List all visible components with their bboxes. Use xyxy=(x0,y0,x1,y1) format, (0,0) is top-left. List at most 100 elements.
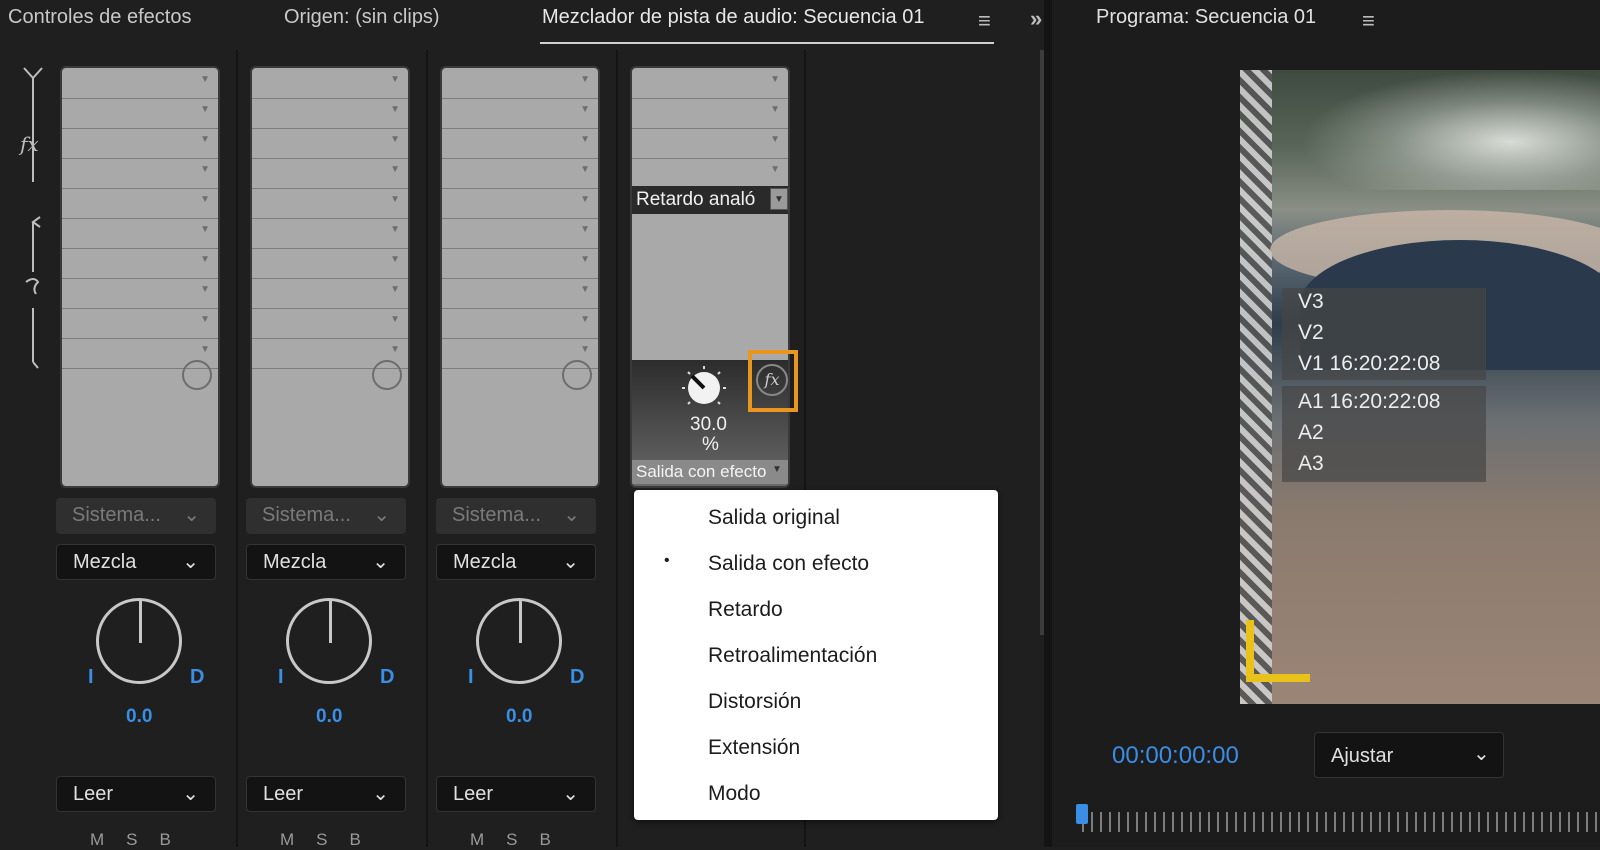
effect-slot[interactable]: ▼ xyxy=(442,128,598,159)
effect-slot[interactable]: ▼ xyxy=(252,158,408,189)
mix-label: Mezcla xyxy=(73,551,137,573)
pan-knob[interactable] xyxy=(476,598,562,684)
mix-label: Mezcla xyxy=(453,551,517,573)
effect-slot[interactable]: ▼ xyxy=(442,98,598,129)
pan-knob[interactable] xyxy=(96,598,182,684)
mix-dropdown[interactable]: Mezcla ⌄ xyxy=(56,544,216,580)
effect-parameter-label: Salida con efecto xyxy=(636,462,767,481)
slot-dropdown-icon: ▼ xyxy=(390,314,400,325)
send-slot[interactable]: ▼ xyxy=(442,278,598,309)
send-slot[interactable]: ▼ xyxy=(252,308,408,339)
effect-slot[interactable]: ▼ xyxy=(252,68,408,99)
automation-mode-dropdown[interactable]: Leer ⌄ xyxy=(436,776,596,812)
send-slot[interactable]: ▼ xyxy=(442,308,598,339)
zoom-fit-dropdown[interactable]: Ajustar ⌄ xyxy=(1314,732,1504,778)
rail-bracket-icon xyxy=(23,67,43,369)
overflow-tabs-icon[interactable]: » xyxy=(1030,6,1042,32)
effect-slot[interactable]: ▼ xyxy=(62,188,218,219)
effect-slot[interactable]: ▼ xyxy=(442,188,598,219)
mix-dropdown[interactable]: Mezcla ⌄ xyxy=(436,544,596,580)
effect-slot[interactable]: ▼ xyxy=(252,98,408,129)
safe-margin-stripes xyxy=(1240,70,1272,704)
pan-knob-needle xyxy=(519,601,522,643)
send-slot[interactable]: ▼ xyxy=(252,218,408,249)
effect-slot[interactable]: ▼ xyxy=(252,188,408,219)
playhead-timecode[interactable]: 00:00:00:00 xyxy=(1112,742,1239,770)
effect-parameter-select[interactable]: Salida con efecto ▼ xyxy=(632,460,788,484)
menu-item-extension[interactable]: Extensión xyxy=(708,736,800,760)
program-monitor-panel: Programa: Secuencia 01 ≡ V3 V2 V1 16:20:… xyxy=(1052,0,1600,847)
automation-mode-dropdown[interactable]: Leer ⌄ xyxy=(246,776,406,812)
playhead-marker[interactable] xyxy=(1076,804,1088,824)
fx-bypass-button[interactable]: fx xyxy=(756,364,788,396)
effects-rack[interactable]: ▼ ▼ ▼ ▼ ▼ ▼ ▼ ▼ ▼ ▼ xyxy=(250,66,410,488)
effect-slot[interactable]: ▼ xyxy=(62,128,218,159)
send-slot[interactable]: ▼ xyxy=(252,248,408,279)
send-slot[interactable]: ▼ xyxy=(62,248,218,279)
mute-solo-record-buttons[interactable]: MSB xyxy=(90,830,193,850)
menu-item-salida-con-efecto[interactable]: Salida con efecto xyxy=(708,552,869,576)
effect-slot[interactable]: ▼ xyxy=(632,68,788,99)
pan-knob-needle xyxy=(329,601,332,643)
tab-source[interactable]: Origen: (sin clips) xyxy=(284,6,440,29)
selected-effect-slot[interactable]: Retardo analó ▼ xyxy=(632,186,788,214)
send-level-knob[interactable] xyxy=(562,360,592,390)
menu-item-retardo[interactable]: Retardo xyxy=(708,598,783,622)
mute-solo-record-buttons[interactable]: MSB xyxy=(470,830,573,850)
menu-item-distorsion[interactable]: Distorsión xyxy=(708,690,801,714)
effects-rack[interactable]: ▼ ▼ ▼ ▼ ▼ ▼ ▼ ▼ ▼ ▼ xyxy=(60,66,220,488)
time-ruler[interactable] xyxy=(1082,812,1600,832)
pan-right-label: D xyxy=(380,666,395,688)
send-slot[interactable]: ▼ xyxy=(442,248,598,279)
pan-value[interactable]: 0.0 xyxy=(126,706,152,728)
slot-dropdown-icon: ▼ xyxy=(580,164,590,175)
send-level-knob[interactable] xyxy=(372,360,402,390)
effect-slot[interactable]: ▼ xyxy=(62,68,218,99)
tab-program[interactable]: Programa: Secuencia 01 xyxy=(1096,6,1316,29)
pan-value[interactable]: 0.0 xyxy=(506,706,532,728)
effect-slot[interactable]: ▼ xyxy=(442,158,598,189)
track-output-dropdown[interactable]: Sistema... ⌄ xyxy=(246,498,406,534)
timecode-overlay-video: V3 V2 V1 16:20:22:08 xyxy=(1282,288,1486,380)
slot-dropdown-icon: ▼ xyxy=(390,344,400,355)
effects-rack[interactable]: ▼ ▼ ▼ ▼ ▼ ▼ ▼ ▼ ▼ ▼ xyxy=(440,66,600,488)
pan-left-label: I xyxy=(88,666,94,688)
menu-item-salida-original[interactable]: Salida original xyxy=(708,506,840,530)
menu-item-retroalimentacion[interactable]: Retroalimentación xyxy=(708,644,877,668)
effect-slot[interactable]: ▼ xyxy=(632,128,788,159)
pan-value[interactable]: 0.0 xyxy=(316,706,342,728)
track-output-dropdown[interactable]: Sistema... ⌄ xyxy=(56,498,216,534)
automation-mode-dropdown[interactable]: Leer ⌄ xyxy=(56,776,216,812)
slot-dropdown-icon: ▼ xyxy=(580,74,590,85)
send-slot[interactable]: ▼ xyxy=(442,218,598,249)
track-divider xyxy=(236,50,238,847)
track-output-label: Sistema... xyxy=(262,504,351,526)
menu-item-modo[interactable]: Modo xyxy=(708,782,761,806)
program-panel-menu-icon[interactable]: ≡ xyxy=(1362,8,1375,34)
send-slot[interactable]: ▼ xyxy=(62,218,218,249)
effect-parameter-knob[interactable] xyxy=(680,364,740,414)
effect-slot[interactable]: ▼ xyxy=(632,98,788,129)
mute-solo-record-buttons[interactable]: MSB xyxy=(280,830,383,850)
send-slot[interactable]: ▼ xyxy=(62,308,218,339)
effect-slot[interactable]: ▼ xyxy=(62,98,218,129)
effect-slot[interactable]: ▼ xyxy=(442,68,598,99)
send-level-knob[interactable] xyxy=(182,360,212,390)
track-output-dropdown[interactable]: Sistema... ⌄ xyxy=(436,498,596,534)
effect-slot[interactable]: ▼ xyxy=(62,158,218,189)
tab-effect-controls[interactable]: Controles de efectos xyxy=(8,6,191,29)
track-output-label: Sistema... xyxy=(72,504,161,526)
mix-dropdown[interactable]: Mezcla ⌄ xyxy=(246,544,406,580)
effect-dropdown-icon[interactable]: ▼ xyxy=(770,188,788,210)
pan-knob[interactable] xyxy=(286,598,372,684)
send-slot[interactable]: ▼ xyxy=(252,278,408,309)
effect-slot[interactable]: ▼ xyxy=(252,128,408,159)
panel-menu-icon[interactable]: ≡ xyxy=(978,8,991,34)
tab-audio-mixer[interactable]: Mezclador de pista de audio: Secuencia 0… xyxy=(542,6,924,29)
pan-right-label: D xyxy=(190,666,205,688)
effects-rack[interactable]: ▼ ▼ ▼ ▼ Retardo analó ▼ 30.0 % Salida co… xyxy=(630,66,790,488)
fx-rail-label: fx xyxy=(20,132,39,156)
send-slot[interactable]: ▼ xyxy=(62,278,218,309)
effect-slot[interactable]: ▼ xyxy=(632,158,788,189)
slot-dropdown-icon: ▼ xyxy=(580,254,590,265)
